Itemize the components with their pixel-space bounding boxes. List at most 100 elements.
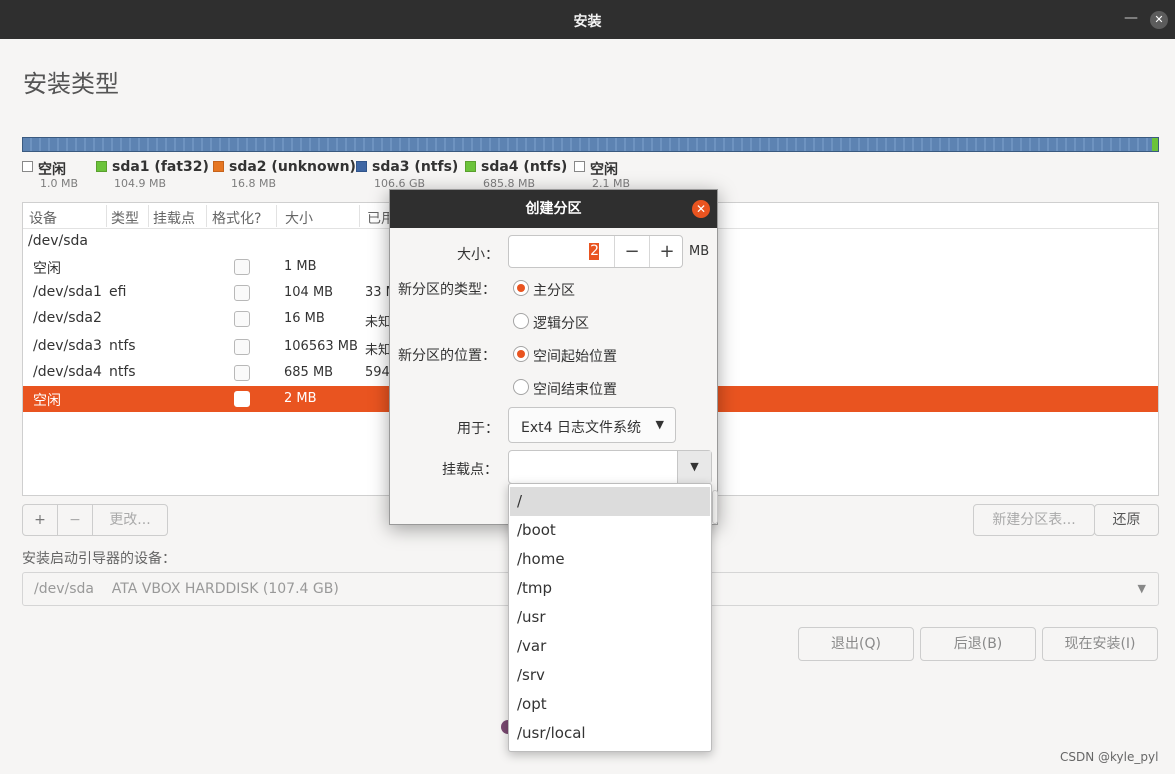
- location-start-radio[interactable]: [513, 346, 529, 362]
- primary-partition-radio[interactable]: [513, 280, 529, 296]
- legend-size: 104.9 MB: [114, 177, 167, 190]
- mount-option[interactable]: /: [510, 487, 710, 516]
- cell-type: ntfs: [109, 338, 136, 354]
- mount-point-dropdown: / /boot /home /tmp /usr /var /srv /opt /…: [508, 483, 712, 752]
- partition-type-label: 新分区的类型：: [398, 282, 496, 298]
- format-checkbox[interactable]: [234, 311, 250, 327]
- change-partition-button[interactable]: 更改...: [92, 504, 168, 536]
- close-icon[interactable]: ✕: [1150, 11, 1168, 29]
- size-spinbox[interactable]: 2 − +: [508, 235, 683, 268]
- dialog-button-peek[interactable]: [712, 490, 718, 524]
- chevron-down-icon[interactable]: ▼: [677, 451, 711, 483]
- legend-swatch: [465, 161, 476, 172]
- legend-name: 空闲: [590, 162, 618, 178]
- revert-button[interactable]: 还原: [1094, 504, 1159, 536]
- column-header-type[interactable]: 类型: [111, 208, 139, 228]
- format-checkbox[interactable]: [234, 285, 250, 301]
- cell-size: 2 MB: [284, 391, 317, 406]
- location-end-label[interactable]: 空间结束位置: [533, 379, 617, 399]
- chevron-down-icon: ▼: [1137, 582, 1146, 595]
- size-input[interactable]: 2: [589, 243, 599, 260]
- cell-used: 未知: [365, 343, 392, 358]
- increase-size-button[interactable]: +: [649, 236, 684, 267]
- legend-swatch: [96, 161, 107, 172]
- cell-device: /dev/sda4: [33, 364, 102, 380]
- column-separator: [206, 205, 207, 227]
- cell-used: 未知: [365, 315, 392, 330]
- cell-type: ntfs: [109, 364, 136, 380]
- decrease-size-button[interactable]: −: [614, 236, 649, 267]
- mount-option[interactable]: /var: [510, 632, 710, 661]
- format-checkbox[interactable]: [234, 391, 250, 407]
- partition-location-label: 新分区的位置：: [398, 348, 496, 364]
- size-label: 大小：: [457, 247, 499, 263]
- window-title: 安装: [573, 14, 602, 30]
- legend-size: 1.0 MB: [40, 177, 79, 190]
- new-partition-table-button[interactable]: 新建分区表...: [973, 504, 1095, 536]
- mount-option[interactable]: /usr: [510, 603, 710, 632]
- legend-swatch: [574, 161, 585, 172]
- quit-button[interactable]: 退出(Q): [798, 627, 914, 661]
- disk-group-row[interactable]: /dev/sda: [28, 233, 88, 249]
- legend-swatch: [213, 161, 224, 172]
- disk-usage-bar: [22, 137, 1159, 152]
- legend-name: 空闲: [38, 162, 66, 178]
- create-partition-dialog: 创建分区 ✕ 大小： 2 − + MB 新分区的类型： 主分区 逻辑分区 新分区…: [389, 189, 718, 525]
- primary-partition-label[interactable]: 主分区: [533, 280, 575, 300]
- cell-device: 空闲: [33, 261, 61, 277]
- cell-device: /dev/sda2: [33, 310, 102, 326]
- cell-type: efi: [109, 284, 127, 300]
- cell-size: 1 MB: [284, 259, 317, 274]
- cell-used: 594: [365, 365, 390, 380]
- watermark: CSDN @kyle_pyl: [1060, 750, 1159, 764]
- legend-name: sda1 (fat32): [112, 159, 209, 175]
- cell-device: 空闲: [33, 393, 61, 409]
- column-header-mount[interactable]: 挂载点: [153, 208, 195, 228]
- column-header-size[interactable]: 大小: [285, 208, 313, 228]
- cell-device: /dev/sda1: [33, 284, 102, 300]
- format-checkbox[interactable]: [234, 259, 250, 275]
- mount-option[interactable]: /boot: [510, 516, 710, 545]
- column-separator: [276, 205, 277, 227]
- bootloader-label: 安装启动引导器的设备：: [22, 551, 176, 567]
- cell-size: 16 MB: [284, 311, 325, 326]
- mount-option[interactable]: /srv: [510, 661, 710, 690]
- column-separator: [106, 205, 107, 227]
- use-as-label: 用于：: [457, 421, 499, 437]
- back-button[interactable]: 后退(B): [920, 627, 1036, 661]
- cell-device: /dev/sda3: [33, 338, 102, 354]
- logical-partition-radio[interactable]: [513, 313, 529, 329]
- legend-name: sda2 (unknown): [229, 159, 356, 175]
- legend-name: sda4 (ntfs): [481, 159, 568, 175]
- close-icon[interactable]: ✕: [692, 200, 710, 218]
- remove-partition-button[interactable]: −: [57, 504, 93, 536]
- legend-swatch: [356, 161, 367, 172]
- mount-option[interactable]: /usr/local: [510, 719, 710, 748]
- location-start-label[interactable]: 空间起始位置: [533, 346, 617, 366]
- title-bar: 安装 — ✕: [0, 0, 1175, 39]
- filesystem-select[interactable]: Ext4 日志文件系统 ▼: [508, 407, 676, 443]
- install-now-button[interactable]: 现在安装(I): [1042, 627, 1158, 661]
- format-checkbox[interactable]: [234, 339, 250, 355]
- bootloader-device-value: /dev/sda ATA VBOX HARDDISK (107.4 GB): [34, 581, 339, 597]
- dialog-title: 创建分区: [390, 190, 717, 228]
- logical-partition-label[interactable]: 逻辑分区: [533, 313, 589, 333]
- page-title: 安装类型: [23, 70, 119, 98]
- add-partition-button[interactable]: +: [22, 504, 58, 536]
- location-end-radio[interactable]: [513, 379, 529, 395]
- mount-point-combo[interactable]: ▼: [508, 450, 712, 484]
- column-separator: [148, 205, 149, 227]
- mount-option[interactable]: /opt: [510, 690, 710, 719]
- chevron-down-icon: ▼: [655, 418, 664, 431]
- mount-option[interactable]: /home: [510, 545, 710, 574]
- cell-size: 104 MB: [284, 285, 334, 300]
- format-checkbox[interactable]: [234, 365, 250, 381]
- legend-name: sda3 (ntfs): [372, 159, 459, 175]
- minimize-icon[interactable]: —: [1121, 8, 1141, 28]
- size-unit-label: MB: [689, 244, 710, 259]
- column-header-format[interactable]: 格式化?: [212, 208, 261, 228]
- mount-point-label: 挂载点：: [442, 462, 498, 478]
- mount-option[interactable]: /tmp: [510, 574, 710, 603]
- column-header-device[interactable]: 设备: [29, 208, 57, 228]
- column-separator: [359, 205, 360, 227]
